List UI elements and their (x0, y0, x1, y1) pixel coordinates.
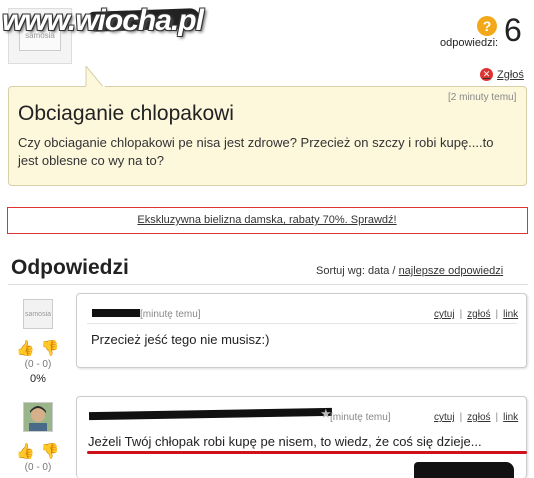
question-icon: ? (477, 16, 497, 36)
report-label: Zgłoś (497, 68, 524, 81)
vote-percent: 0% (30, 373, 46, 385)
speech-bubble-tail (85, 66, 105, 88)
answer-divider (87, 323, 517, 324)
answer-time: [minutę temu] (140, 309, 201, 320)
answer-time: [minutę temu] (330, 412, 391, 423)
report-link[interactable]: zgłoś (467, 412, 490, 423)
answer-card (76, 293, 527, 368)
permalink[interactable]: link (503, 412, 518, 423)
divider (8, 284, 528, 285)
question-body: Czy obciaganie chlopakowi pe nisa jest z… (18, 135, 494, 168)
site-watermark: www.wiocha.pl (2, 4, 204, 37)
close-icon: ✕ (480, 68, 493, 81)
vote-count: (0 - 0) (24, 359, 52, 370)
thumbs-up-icon[interactable]: 👍 (16, 339, 35, 357)
sort-by-best[interactable]: najlepsze odpowiedzi (399, 265, 504, 277)
answer-avatar[interactable] (23, 402, 53, 432)
quote-link[interactable]: cytuj (434, 309, 455, 320)
redacted-text (414, 462, 514, 478)
thumbs-down-icon[interactable]: 👎 (41, 442, 60, 460)
answer-avatar[interactable]: samosia (23, 299, 53, 329)
answers-heading: Odpowiedzi (11, 256, 129, 279)
question-time: [2 minuty temu] (448, 92, 517, 103)
ad-link[interactable]: Ekskluzywna bielizna damska, rabaty 70%.… (0, 214, 534, 226)
person-photo-icon (24, 403, 52, 431)
thumbs-up-icon[interactable]: 👍 (16, 442, 35, 460)
report-link[interactable]: zgłoś (467, 309, 490, 320)
question-title: Obciaganie chlopakowi (18, 102, 234, 125)
sort-options: Sortuj wg: data / najlepsze odpowiedzi (316, 265, 503, 277)
tail-joint (86, 86, 105, 88)
sort-by-date[interactable]: Sortuj wg: data / (316, 265, 396, 277)
answer-actions: cytuj | zgłoś | link (434, 309, 519, 320)
redacted-username (92, 309, 140, 317)
thumbs-down-icon[interactable]: 👎 (41, 339, 60, 357)
answer-actions: cytuj | zgłoś | link (434, 412, 519, 423)
vote-buttons: 👍 👎 (16, 442, 59, 460)
quote-link[interactable]: cytuj (434, 412, 455, 423)
red-underline (87, 451, 527, 454)
answer-body: Przecież jeść tego nie musisz:) (91, 332, 270, 347)
permalink[interactable]: link (503, 309, 518, 320)
report-question-link[interactable]: ✕ Zgłoś (480, 68, 524, 81)
vote-buttons: 👍 👎 (16, 339, 59, 357)
answers-count: 6 (504, 12, 522, 48)
answer-body: Jeżeli Twój chłopak robi kupę pe nisem, … (88, 434, 482, 449)
answers-count-label: odpowiedzi: (440, 37, 499, 49)
vote-count: (0 - 0) (24, 462, 52, 473)
